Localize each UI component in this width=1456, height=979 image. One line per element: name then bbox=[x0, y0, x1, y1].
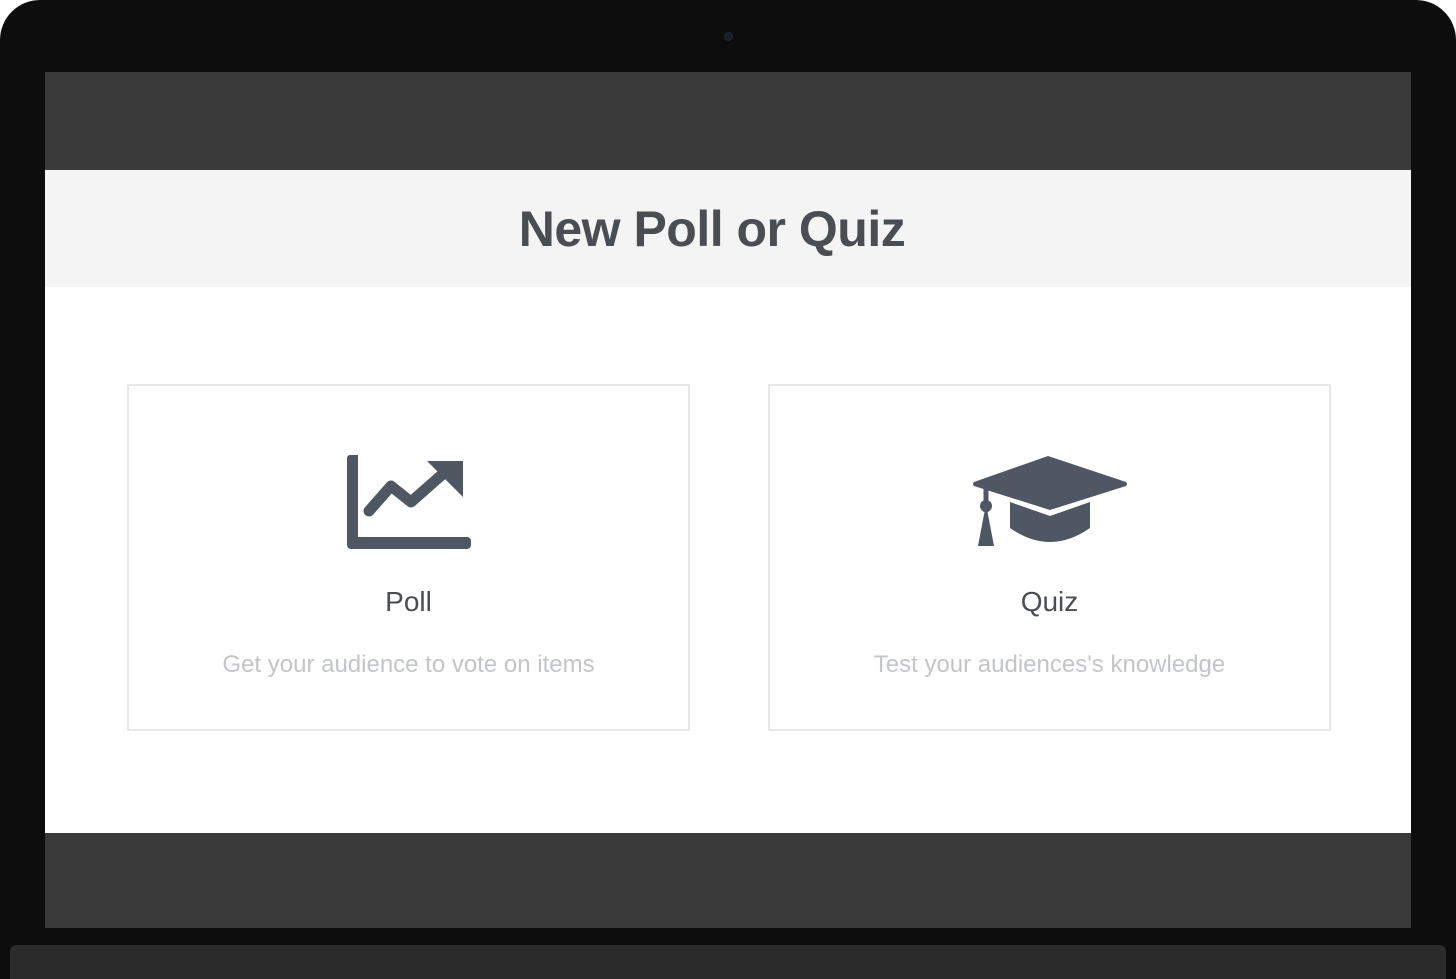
quiz-description: Test your audiences's knowledge bbox=[873, 651, 1226, 678]
dialog-header: New Poll or Quiz bbox=[45, 170, 1411, 287]
chart-trend-icon bbox=[329, 452, 489, 552]
bottom-bar bbox=[45, 833, 1411, 928]
quiz-title: Quiz bbox=[1020, 586, 1079, 617]
camera-icon bbox=[724, 32, 733, 41]
new-poll-dialog: New Poll or Quiz Poll Get your audience … bbox=[45, 170, 1411, 833]
poll-option-card[interactable]: Poll Get your audience to vote on items bbox=[127, 384, 690, 731]
laptop-bottom-bezel bbox=[10, 945, 1446, 979]
screen: New Poll or Quiz Poll Get your audience … bbox=[45, 72, 1411, 928]
top-bar bbox=[45, 72, 1411, 170]
graduation-cap-icon bbox=[970, 452, 1130, 552]
poll-title: Poll bbox=[385, 586, 432, 617]
dialog-title: New Poll or Quiz bbox=[518, 200, 906, 257]
poll-description: Get your audience to vote on items bbox=[222, 651, 595, 678]
laptop-frame: New Poll or Quiz Poll Get your audience … bbox=[0, 0, 1456, 979]
quiz-option-card[interactable]: Quiz Test your audiences's knowledge bbox=[768, 384, 1331, 731]
